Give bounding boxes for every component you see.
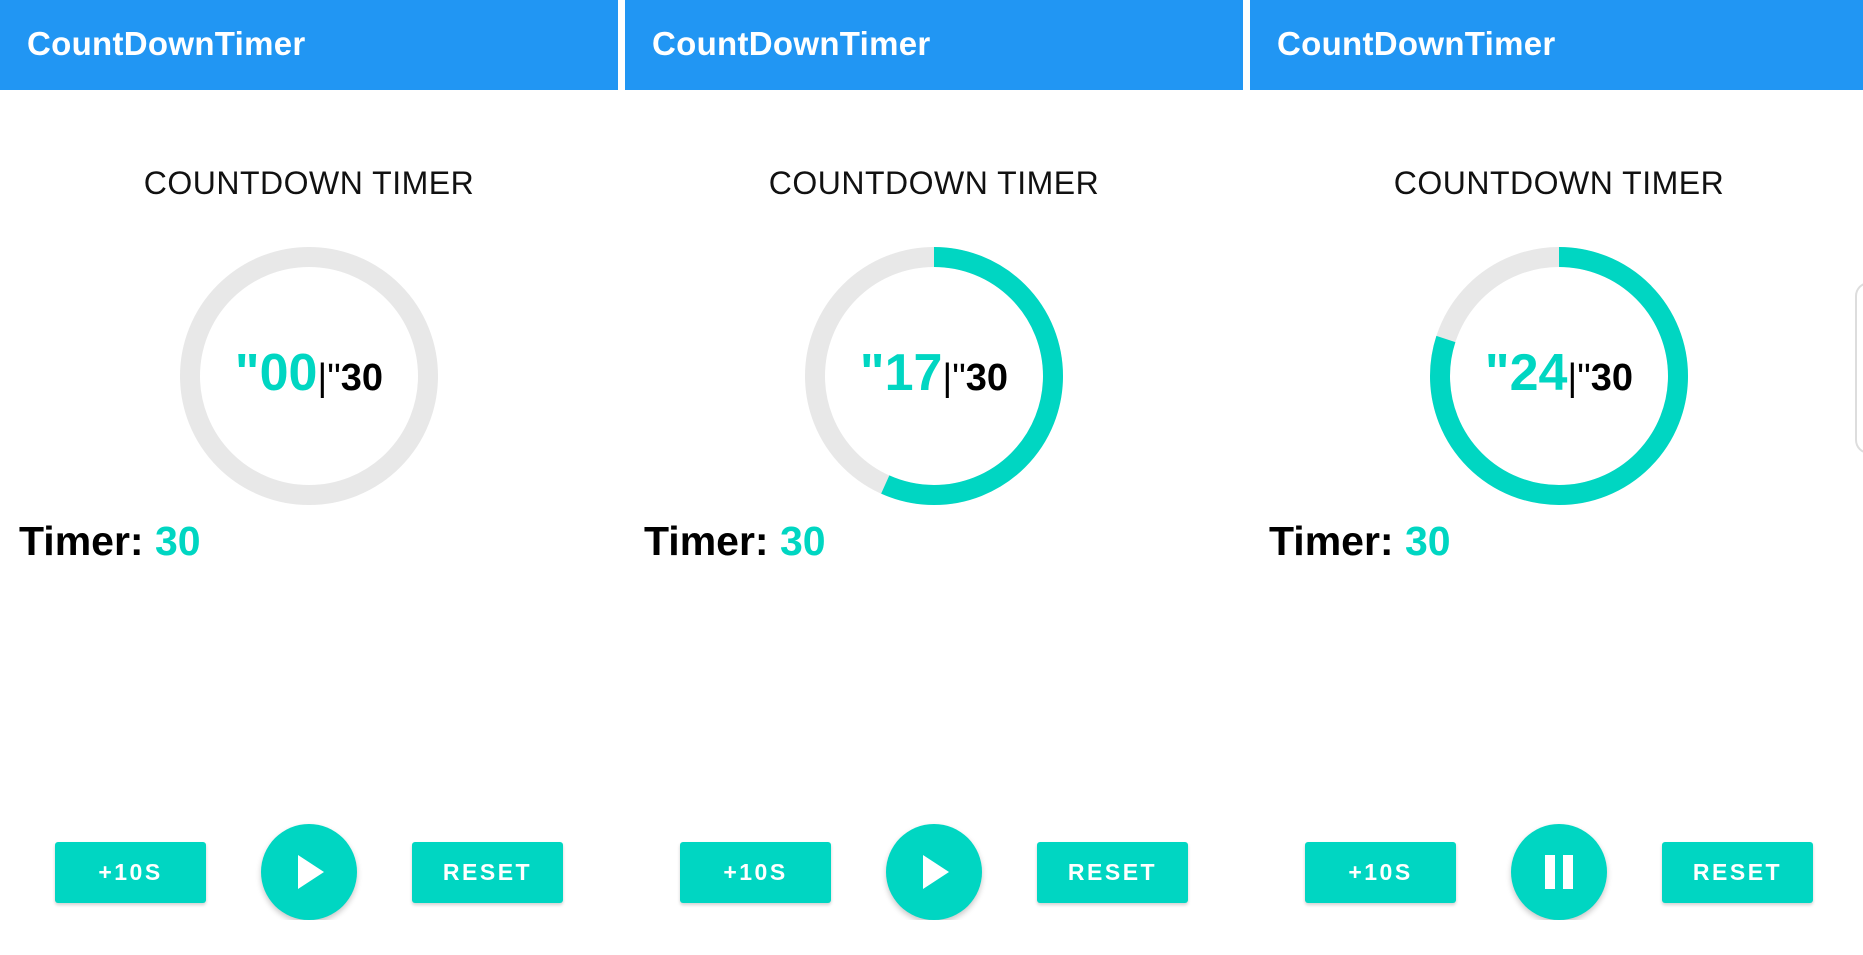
timer-screen-2: CountDownTimer COUNTDOWN TIMER "17|"30 T…	[625, 0, 1243, 920]
timer-summary: Timer: 30	[1269, 518, 1451, 565]
timer-label: Timer:	[1269, 518, 1405, 564]
reset-button[interactable]: RESET	[412, 842, 563, 903]
timer-label: Timer:	[644, 518, 780, 564]
edge-panel-handle[interactable]	[1855, 282, 1863, 454]
timer-value: 30	[154, 518, 201, 564]
total-seconds: 30	[965, 357, 1009, 399]
app-title: CountDownTimer	[1277, 25, 1556, 62]
add-10s-button[interactable]: +10S	[680, 842, 831, 903]
time-separator: |"	[1567, 357, 1591, 399]
timer-screen-1: CountDownTimer COUNTDOWN TIMER "00|"30 T…	[0, 0, 618, 920]
reset-button[interactable]: RESET	[1662, 842, 1813, 903]
time-display: "24|"30	[1430, 347, 1688, 399]
app-bar: CountDownTimer	[0, 0, 618, 90]
reset-button[interactable]: RESET	[1037, 842, 1188, 903]
app-bar: CountDownTimer	[1250, 0, 1863, 90]
app-title: CountDownTimer	[27, 25, 306, 62]
countdown-heading: COUNTDOWN TIMER	[143, 165, 475, 201]
add-10s-button[interactable]: +10S	[55, 842, 206, 903]
countdown-heading: COUNTDOWN TIMER	[1393, 165, 1725, 201]
timer-summary: Timer: 30	[644, 518, 826, 565]
play-button[interactable]	[886, 824, 982, 920]
current-seconds: "17	[859, 344, 943, 402]
total-seconds: 30	[1590, 357, 1634, 399]
play-icon	[923, 855, 949, 889]
timer-value: 30	[779, 518, 826, 564]
time-separator: |"	[942, 357, 966, 399]
current-seconds: "24	[1484, 344, 1568, 402]
countdown-heading: COUNTDOWN TIMER	[768, 165, 1100, 201]
timer-screen-3: CountDownTimer COUNTDOWN TIMER "24|"30 T…	[1250, 0, 1863, 920]
add-10s-button[interactable]: +10S	[1305, 842, 1456, 903]
time-display: "17|"30	[805, 347, 1063, 399]
play-icon	[298, 855, 324, 889]
time-separator: |"	[317, 357, 341, 399]
total-seconds: 30	[340, 357, 384, 399]
current-seconds: "00	[234, 344, 318, 402]
timer-summary: Timer: 30	[19, 518, 201, 565]
timer-label: Timer:	[19, 518, 155, 564]
pause-icon	[1545, 855, 1573, 889]
time-display: "00|"30	[180, 347, 438, 399]
app-title: CountDownTimer	[652, 25, 931, 62]
app-bar: CountDownTimer	[625, 0, 1243, 90]
timer-value: 30	[1404, 518, 1451, 564]
pause-button[interactable]	[1511, 824, 1607, 920]
play-button[interactable]	[261, 824, 357, 920]
